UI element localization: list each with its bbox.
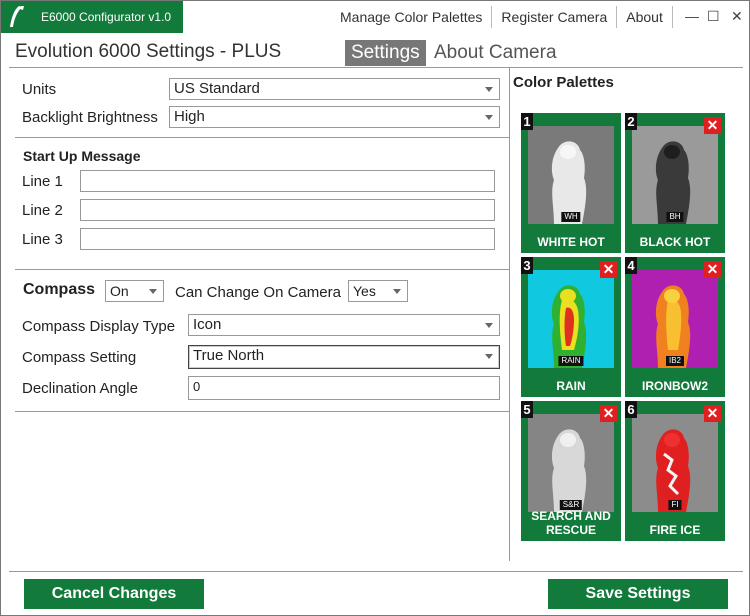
app-logo-icon <box>10 6 24 27</box>
line3-label: Line 3 <box>22 231 63 248</box>
palettes-heading: Color Palettes <box>513 74 614 91</box>
section-divider <box>15 411 509 412</box>
chevron-down-icon <box>485 354 493 359</box>
units-value: US Standard <box>174 80 260 97</box>
compass-value: On <box>110 283 129 299</box>
palette-preview-image: WH <box>528 126 614 224</box>
close-icon[interactable]: ✕ <box>731 7 743 25</box>
can-change-value: Yes <box>353 283 376 299</box>
top-menu: Manage Color Palettes Register Camera Ab… <box>331 1 673 33</box>
palette-number: 4 <box>625 257 637 274</box>
line1-input[interactable] <box>80 170 495 192</box>
compass-setting-value: True North <box>193 347 265 364</box>
palette-tag: RAIN <box>558 356 584 366</box>
can-change-select[interactable]: Yes <box>348 280 408 302</box>
palette-number: 3 <box>521 257 533 274</box>
compass-select[interactable]: On <box>105 280 164 302</box>
menu-register-camera[interactable]: Register Camera <box>492 6 618 28</box>
palette-number: 1 <box>521 113 533 130</box>
chevron-down-icon <box>393 289 401 294</box>
backlight-label: Backlight Brightness <box>22 109 158 126</box>
cancel-changes-button[interactable]: Cancel Changes <box>24 579 204 609</box>
palette-tag: BH <box>666 212 684 222</box>
palette-number: 2 <box>625 113 637 130</box>
line2-label: Line 2 <box>22 202 63 219</box>
palette-preview-image: IB2 <box>632 270 718 368</box>
units-select[interactable]: US Standard <box>169 78 500 100</box>
app-title: E6000 Configurator v1.0 <box>41 10 172 24</box>
chevron-down-icon <box>485 115 493 120</box>
palette-number: 5 <box>521 401 533 418</box>
maximize-icon[interactable]: ☐ <box>707 7 720 25</box>
palette-name: BLACK HOT <box>639 235 711 249</box>
palette-name: RAIN <box>556 379 586 393</box>
palette-preview-image: FI <box>632 414 718 512</box>
section-divider <box>15 137 509 138</box>
palette-number: 6 <box>625 401 637 418</box>
startup-heading: Start Up Message <box>23 148 141 164</box>
chevron-down-icon <box>485 87 493 92</box>
chevron-down-icon <box>485 323 493 328</box>
compass-setting-label: Compass Setting <box>22 349 137 366</box>
palette-tag: FI <box>668 500 682 510</box>
palette-name: IRONBOW2 <box>642 379 708 393</box>
palette-card[interactable]: BH 2 ✕ BLACK HOT <box>625 113 725 253</box>
save-settings-button[interactable]: Save Settings <box>548 579 728 609</box>
delete-palette-icon[interactable]: ✕ <box>600 405 617 422</box>
menu-manage-color-palettes[interactable]: Manage Color Palettes <box>331 6 493 28</box>
declination-label: Declination Angle <box>22 380 138 397</box>
palette-tag: WH <box>561 212 581 222</box>
delete-palette-icon[interactable]: ✕ <box>600 261 617 278</box>
palette-tag: IB2 <box>665 356 685 366</box>
delete-palette-icon[interactable]: ✕ <box>704 117 721 134</box>
palette-card[interactable]: FI 6 ✕ FIRE ICE <box>625 401 725 541</box>
palette-name: SEARCH AND RESCUE <box>531 509 611 537</box>
app-brand: E6000 Configurator v1.0 <box>1 1 183 33</box>
palette-card[interactable]: RAIN 3 ✕ RAIN <box>521 257 621 397</box>
tab-settings[interactable]: Settings <box>345 40 426 66</box>
compass-display-type-label: Compass Display Type <box>22 318 176 335</box>
declination-input[interactable]: 0 <box>188 376 500 400</box>
compass-setting-select[interactable]: True North <box>188 345 500 369</box>
palette-card[interactable]: WH 1 WHITE HOT <box>521 113 621 253</box>
palette-preview-image: BH <box>632 126 718 224</box>
minimize-icon[interactable]: — <box>685 7 699 25</box>
delete-palette-icon[interactable]: ✕ <box>704 261 721 278</box>
panel-divider <box>509 67 510 561</box>
header-divider <box>9 67 743 68</box>
compass-display-type-select[interactable]: Icon <box>188 314 500 336</box>
palette-card[interactable]: S&R 5 ✕ SEARCH AND RESCUE <box>521 401 621 541</box>
tab-about-camera[interactable]: About Camera <box>428 40 563 66</box>
palette-name: WHITE HOT <box>537 235 605 249</box>
compass-label: Compass <box>23 281 96 298</box>
compass-display-type-value: Icon <box>193 316 222 333</box>
units-label: Units <box>22 81 57 98</box>
line1-label: Line 1 <box>22 173 63 190</box>
palette-name: FIRE ICE <box>649 523 701 537</box>
palette-card[interactable]: IB2 4 ✕ IRONBOW2 <box>625 257 725 397</box>
backlight-value: High <box>174 108 205 125</box>
line2-input[interactable] <box>80 199 495 221</box>
delete-palette-icon[interactable]: ✕ <box>704 405 721 422</box>
app-window: E6000 Configurator v1.0 Manage Color Pal… <box>0 0 750 616</box>
page-title: Evolution 6000 Settings - PLUS <box>15 41 282 62</box>
section-divider <box>15 269 509 270</box>
line3-input[interactable] <box>80 228 495 250</box>
palette-preview-image: S&R <box>528 414 614 512</box>
menu-about[interactable]: About <box>617 6 673 28</box>
title-bar: E6000 Configurator v1.0 Manage Color Pal… <box>1 1 749 33</box>
chevron-down-icon <box>149 289 157 294</box>
palette-preview-image: RAIN <box>528 270 614 368</box>
backlight-select[interactable]: High <box>169 106 500 128</box>
can-change-label: Can Change On Camera <box>175 284 341 301</box>
footer-divider <box>9 571 743 572</box>
